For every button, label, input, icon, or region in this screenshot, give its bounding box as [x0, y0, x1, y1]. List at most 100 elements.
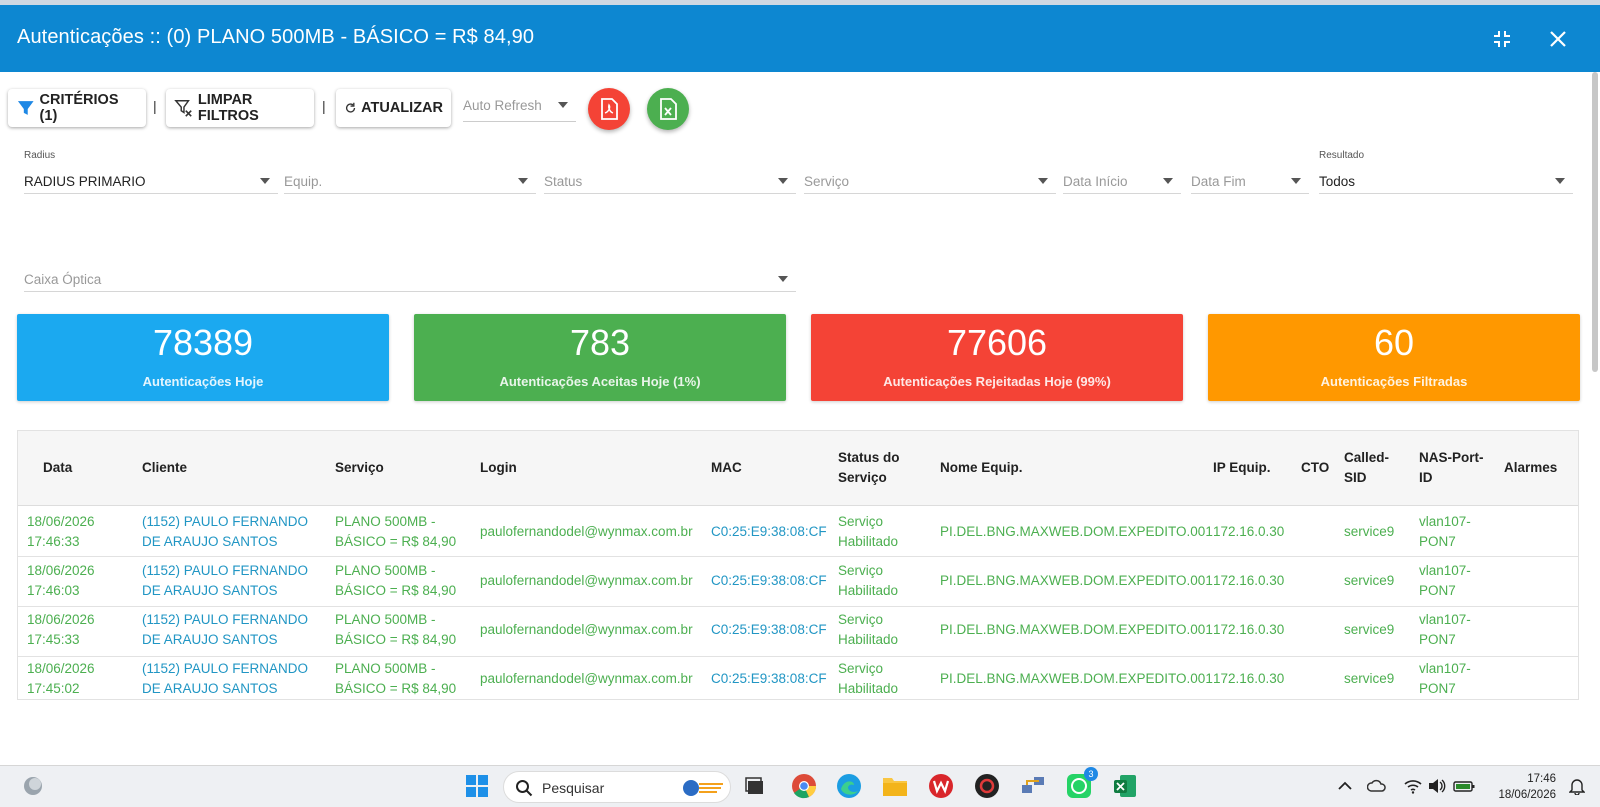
col-header-nome-equip[interactable]: Nome Equip. [940, 458, 1023, 478]
col-header-cto[interactable]: CTO [1301, 458, 1329, 478]
cell-servico: PLANO 500MB - [335, 514, 436, 529]
weather-icon[interactable] [20, 773, 46, 799]
cell-ip: 172.16.0.30 [1213, 573, 1285, 588]
col-header-called-line2[interactable]: SID [1344, 468, 1367, 488]
autenticacoes-table: Data Cliente Serviço Login MAC Status do… [17, 430, 1579, 700]
col-header-cliente[interactable]: Cliente [142, 458, 187, 478]
edge-icon[interactable] [836, 773, 862, 799]
resultado-select[interactable]: Resultado Todos [1319, 150, 1573, 194]
col-header-login[interactable]: Login [480, 458, 517, 478]
chevron-up-icon[interactable] [1332, 773, 1358, 799]
windows-start-icon[interactable] [464, 773, 490, 799]
cell-mac-link[interactable]: C0:25:E9:38:08:CF [711, 620, 827, 640]
equip-select[interactable]: Equip. [284, 150, 536, 194]
col-header-ip-equip[interactable]: IP Equip. [1213, 458, 1271, 478]
cell-cliente-link[interactable]: (1152) PAULO FERNANDO [142, 512, 308, 532]
file-explorer-icon[interactable] [882, 773, 908, 799]
cell-servico: BÁSICO = R$ 84,90 [335, 534, 457, 549]
col-header-status-line1[interactable]: Status do [838, 448, 900, 468]
close-icon[interactable] [1546, 27, 1570, 51]
cell-time: 17:45:02 [27, 681, 80, 696]
table-row[interactable]: 18/06/2026 17:45:02 (1152) PAULO FERNAND… [18, 657, 1578, 699]
col-header-alarmes[interactable]: Alarmes [1504, 458, 1557, 478]
cell-nas-port: PON7 [1419, 632, 1456, 647]
cell-status: Habilitado [838, 632, 899, 647]
notification-bell-icon[interactable] [1564, 773, 1590, 799]
radius-select[interactable]: Radius RADIUS PRIMARIO [24, 150, 278, 194]
auto-refresh-select[interactable]: Auto Refresh [463, 98, 576, 122]
table-row[interactable]: 18/06/2026 17:45:33 (1152) PAULO FERNAND… [18, 607, 1578, 657]
cell-status: Habilitado [838, 681, 899, 696]
table-header: Data Cliente Serviço Login MAC Status do… [18, 431, 1578, 506]
cell-cliente-link[interactable]: DE ARAUJO SANTOS [142, 630, 278, 650]
cell-nome-equip: PI.DEL.BNG.MAXWEB.DOM.EXPEDITO.001 [940, 671, 1213, 686]
separator: | [322, 98, 326, 114]
cell-cliente-link[interactable]: (1152) PAULO FERNANDO [142, 610, 308, 630]
limpar-filtros-label: LIMPAR FILTROS [197, 92, 259, 124]
whatsapp-icon[interactable]: 3 [1066, 767, 1098, 799]
resultado-label: Resultado [1319, 150, 1365, 161]
cell-nas-port: vlan107- [1419, 514, 1471, 529]
task-view-icon[interactable] [742, 773, 768, 799]
cell-cliente-link[interactable]: DE ARAUJO SANTOS [142, 581, 278, 601]
taskbar-search[interactable]: Pesquisar [503, 771, 731, 803]
cell-mac-link[interactable]: C0:25:E9:38:08:CF [711, 669, 827, 689]
network-app-icon[interactable] [1020, 773, 1046, 799]
wps-office-icon[interactable] [928, 773, 954, 799]
status-select[interactable]: Status [544, 150, 796, 194]
chevron-down-icon [1038, 178, 1048, 184]
cell-mac-link[interactable]: C0:25:E9:38:08:CF [711, 522, 827, 542]
export-excel-button[interactable] [647, 88, 689, 130]
wifi-icon[interactable] [1400, 773, 1426, 799]
limpar-filtros-button[interactable]: LIMPAR FILTROS [166, 89, 314, 127]
excel-icon[interactable] [1112, 773, 1138, 799]
chevron-down-icon [518, 178, 528, 184]
col-header-data[interactable]: Data [43, 458, 72, 478]
cell-nas-port: vlan107- [1419, 661, 1471, 676]
cell-servico: PLANO 500MB - [335, 563, 436, 578]
data-inicio-field[interactable]: Data Início [1063, 150, 1181, 194]
cell-cliente-link[interactable]: DE ARAUJO SANTOS [142, 679, 278, 699]
caixa-optica-select[interactable]: Caixa Óptica [24, 248, 796, 292]
search-icon [516, 780, 533, 797]
servico-placeholder: Serviço [804, 174, 850, 189]
cell-cliente-link[interactable]: (1152) PAULO FERNANDO [142, 561, 308, 581]
pdf-icon [601, 98, 618, 120]
col-header-status-line2[interactable]: Serviço [838, 468, 887, 488]
cell-called-sid: service9 [1344, 524, 1395, 539]
cell-cliente-link[interactable]: (1152) PAULO FERNANDO [142, 659, 308, 679]
atualizar-button[interactable]: ATUALIZAR [336, 89, 451, 127]
col-header-servico[interactable]: Serviço [335, 458, 384, 478]
card-value: 60 [1373, 322, 1415, 363]
table-row[interactable]: 18/06/2026 17:46:33 (1152) PAULO FERNAND… [18, 507, 1578, 557]
export-pdf-button[interactable] [588, 88, 630, 130]
criterios-label: CRITÉRIOS (1) [39, 92, 119, 124]
servico-select[interactable]: Serviço [804, 150, 1056, 194]
cell-servico: PLANO 500MB - [335, 661, 436, 676]
table-row[interactable]: 18/06/2026 17:46:03 (1152) PAULO FERNAND… [18, 557, 1578, 607]
card-label: Autenticações Filtradas [1320, 374, 1468, 389]
window-scrollbar[interactable] [1592, 72, 1598, 372]
chevron-down-icon [778, 178, 788, 184]
cell-mac-link[interactable]: C0:25:E9:38:08:CF [711, 571, 827, 591]
chrome-icon[interactable] [791, 773, 817, 799]
cell-cliente-link[interactable]: DE ARAUJO SANTOS [142, 532, 278, 552]
cell-nome-equip: PI.DEL.BNG.MAXWEB.DOM.EXPEDITO.001 [940, 524, 1213, 539]
col-header-mac[interactable]: MAC [711, 458, 742, 478]
onedrive-icon[interactable] [1364, 773, 1390, 799]
clear-filter-icon [174, 100, 192, 117]
app-icon[interactable] [974, 773, 1000, 799]
col-header-nas-line1[interactable]: NAS-Port- [1419, 448, 1484, 468]
data-fim-field[interactable]: Data Fim [1191, 150, 1309, 194]
cell-login: paulofernandodel@wynmax.com.br [480, 622, 693, 637]
battery-icon[interactable] [1451, 773, 1477, 799]
cell-date: 18/06/2026 [27, 612, 95, 627]
col-header-nas-line2[interactable]: ID [1419, 468, 1433, 488]
criterios-button[interactable]: CRITÉRIOS (1) [8, 89, 146, 127]
col-header-called-line1[interactable]: Called- [1344, 448, 1389, 468]
volume-icon[interactable] [1424, 773, 1450, 799]
system-clock[interactable]: 17:46 18/06/2026 [1498, 771, 1556, 803]
title-bar: Autenticações :: (0) PLANO 500MB - BÁSIC… [0, 5, 1600, 72]
minimize-icon[interactable] [1490, 27, 1514, 51]
auto-refresh-placeholder: Auto Refresh [463, 98, 542, 113]
